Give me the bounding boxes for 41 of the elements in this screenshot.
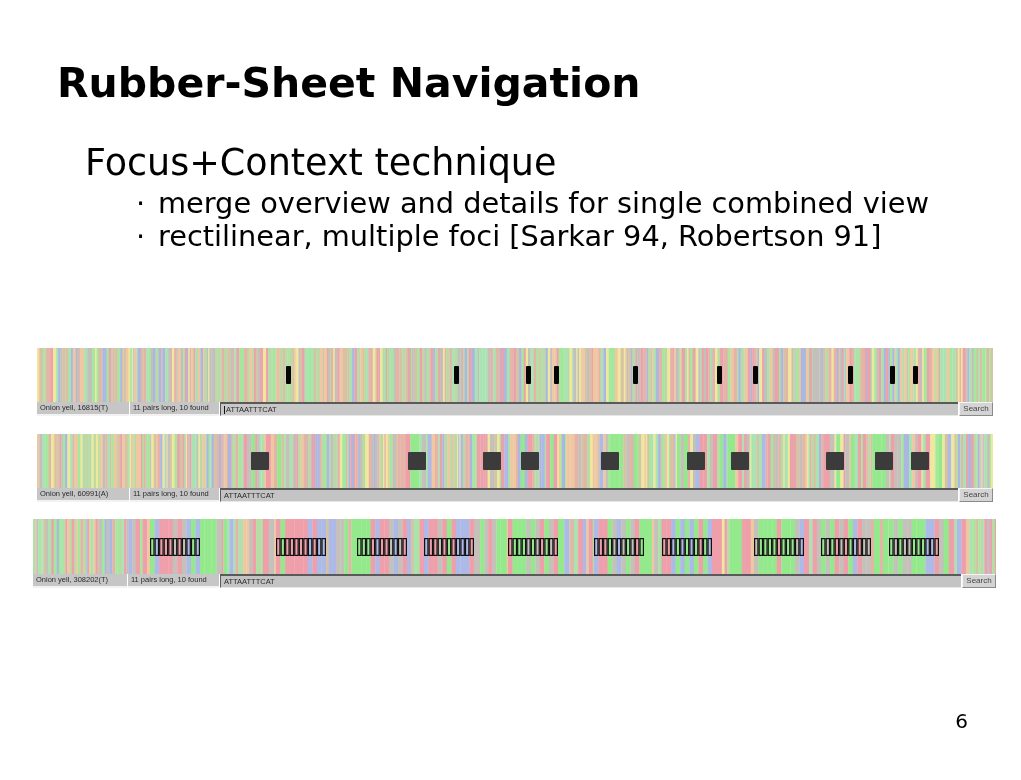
slide-title: Rubber-Sheet Navigation — [57, 60, 641, 107]
bullet-text: rectilinear, multiple foci [Sarkar 94, Robertson 91] — [158, 220, 882, 253]
square-marker-icon — [408, 452, 426, 470]
square-marker-icon — [483, 452, 501, 470]
search-button[interactable]: Search — [962, 574, 996, 588]
cell-row-icon — [424, 538, 474, 556]
bar-marker-icon — [717, 366, 722, 384]
cell-row-icon — [594, 538, 644, 556]
cell-row-icon — [150, 538, 200, 556]
square-marker-icon — [875, 452, 893, 470]
bar-marker-icon — [913, 366, 918, 384]
cell-row-icon — [357, 538, 407, 556]
cell-row-icon — [662, 538, 712, 556]
bar-marker-icon — [890, 366, 895, 384]
text-cursor-icon — [224, 405, 225, 414]
bar-marker-icon — [526, 366, 531, 384]
bar-marker-icon — [633, 366, 638, 384]
bullet-text: merge overview and details for single combined view — [158, 187, 929, 220]
square-marker-icon — [251, 452, 269, 470]
search-button[interactable]: Search — [959, 402, 993, 416]
square-marker-icon — [601, 452, 619, 470]
cell-row-icon — [889, 538, 939, 556]
square-marker-icon — [911, 452, 929, 470]
page-number: 6 — [955, 710, 968, 732]
bullet-marker: · — [136, 220, 147, 253]
cell-row-icon — [276, 538, 326, 556]
search-button[interactable]: Search — [959, 488, 993, 502]
bar-marker-icon — [454, 366, 459, 384]
bar-marker-icon — [554, 366, 559, 384]
cell-row-icon — [508, 538, 558, 556]
cell-row-icon — [821, 538, 871, 556]
slide-subtitle: Focus+Context technique — [85, 141, 557, 184]
bar-marker-icon — [286, 366, 291, 384]
square-marker-icon — [521, 452, 539, 470]
bar-marker-icon — [848, 366, 853, 384]
square-marker-icon — [826, 452, 844, 470]
cell-row-icon — [754, 538, 804, 556]
square-marker-icon — [731, 452, 749, 470]
square-marker-icon — [687, 452, 705, 470]
bar-marker-icon — [753, 366, 758, 384]
bullet-marker: · — [136, 187, 147, 220]
